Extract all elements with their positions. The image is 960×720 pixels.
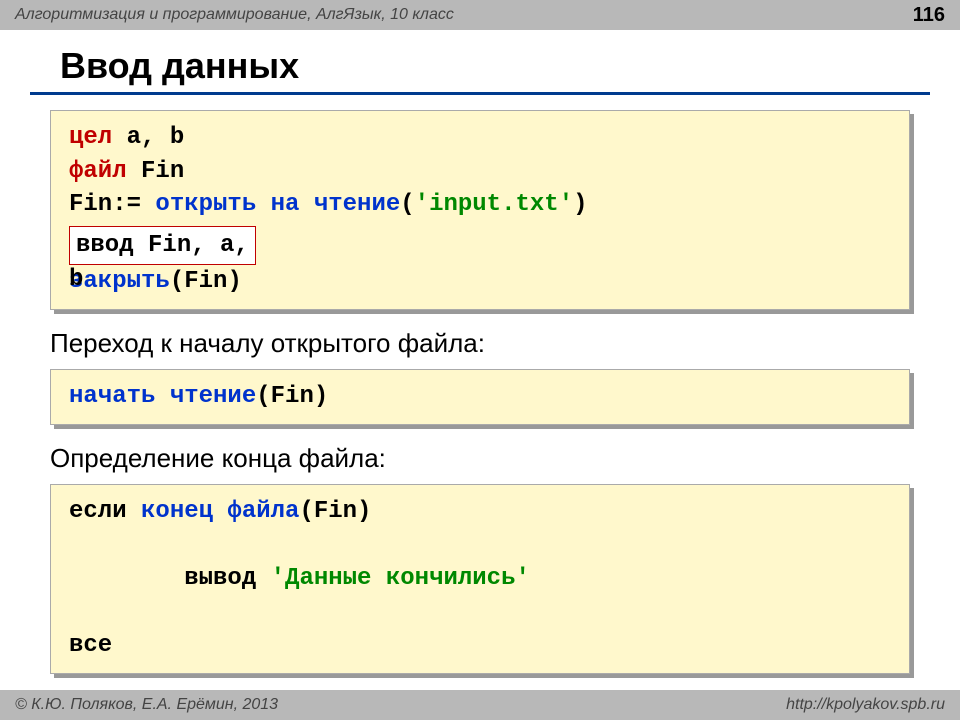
code-line: цел a, b — [69, 121, 891, 155]
code-line: закрыть(Fin) — [69, 265, 891, 299]
keyword-file: файл — [69, 158, 127, 185]
footer-left: © К.Ю. Поляков, Е.А. Ерёмин, 2013 — [15, 696, 278, 714]
code-line: Fin:= открыть на чтение('input.txt') — [69, 188, 891, 222]
code-text: ) — [573, 191, 587, 218]
code-text: a, b — [112, 124, 184, 151]
overlay-char: b — [69, 263, 83, 297]
page-title: Ввод данных — [30, 30, 930, 95]
code-text: если — [69, 498, 127, 525]
content-area: цел a, b файл Fin Fin:= открыть на чтени… — [0, 110, 960, 674]
code-line: файл Fin — [69, 155, 891, 189]
keyword-open: открыть на чтение — [141, 191, 400, 218]
code-text: (Fin) — [170, 268, 242, 295]
code-line: ввод Fin, a, — [69, 222, 891, 266]
string-literal: 'Данные кончились' — [271, 565, 530, 592]
footer-right: http://kpolyakov.spb.ru — [786, 696, 945, 714]
header-left: Алгоритмизация и программирование, АлгЯз… — [15, 6, 454, 24]
code-text: Fin — [127, 158, 185, 185]
code-block-1: цел a, b файл Fin Fin:= открыть на чтени… — [50, 110, 910, 310]
code-line: вывод 'Данные кончились' — [69, 528, 891, 629]
string-literal: 'input.txt' — [415, 191, 573, 218]
code-text: (Fin) — [299, 498, 371, 525]
code-block-2: начать чтение(Fin) — [50, 369, 910, 425]
code-line: все — [69, 629, 891, 663]
keyword-begin-read: начать чтение — [69, 383, 256, 410]
code-block-3: если конец файла(Fin) вывод 'Данные конч… — [50, 484, 910, 674]
keyword-tsel: цел — [69, 124, 112, 151]
code-text: ( — [400, 191, 414, 218]
code-text: (Fin) — [256, 383, 328, 410]
highlighted-inset: ввод Fin, a, — [69, 226, 256, 266]
subtitle-1: Переход к началу открытого файла: — [50, 328, 910, 359]
subtitle-2: Определение конца файла: — [50, 443, 910, 474]
keyword-close: закрыть — [69, 268, 170, 295]
code-text: вывод — [155, 565, 270, 592]
code-line: если конец файла(Fin) — [69, 495, 891, 529]
header-bar: Алгоритмизация и программирование, АлгЯз… — [0, 0, 960, 30]
footer-bar: © К.Ю. Поляков, Е.А. Ерёмин, 2013 http:/… — [0, 690, 960, 720]
keyword-eof: конец файла — [127, 498, 300, 525]
code-text: Fin:= — [69, 191, 141, 218]
page-number: 116 — [913, 4, 945, 27]
